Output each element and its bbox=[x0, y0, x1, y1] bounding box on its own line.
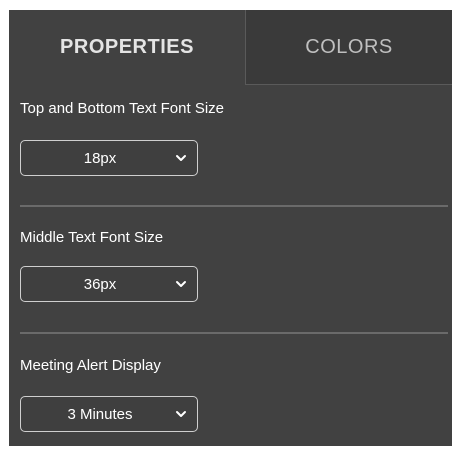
top-bottom-font-size-label: Top and Bottom Text Font Size bbox=[20, 100, 225, 117]
meeting-alert-display-select[interactable]: 3 Minutes bbox=[20, 396, 198, 432]
section-divider bbox=[20, 332, 448, 334]
tab-bar: PROPERTIES COLORS bbox=[9, 10, 452, 85]
select-value: 36px bbox=[83, 275, 117, 293]
section-divider bbox=[20, 205, 448, 207]
chevron-down-icon bbox=[176, 281, 186, 287]
tab-properties[interactable]: PROPERTIES bbox=[9, 10, 245, 85]
meeting-alert-display-label: Meeting Alert Display bbox=[20, 357, 161, 374]
chevron-down-icon bbox=[176, 411, 186, 417]
select-value: 18px bbox=[83, 149, 117, 167]
chevron-down-icon bbox=[176, 155, 186, 161]
middle-font-size-label: Middle Text Font Size bbox=[20, 229, 164, 246]
tab-colors[interactable]: COLORS bbox=[245, 10, 452, 85]
middle-font-size-select[interactable]: 36px bbox=[20, 266, 198, 302]
select-value: 3 Minutes bbox=[67, 405, 133, 423]
properties-panel: PROPERTIES COLORS Top and Bottom Text Fo… bbox=[9, 10, 452, 446]
top-bottom-font-size-select[interactable]: 18px bbox=[20, 140, 198, 176]
